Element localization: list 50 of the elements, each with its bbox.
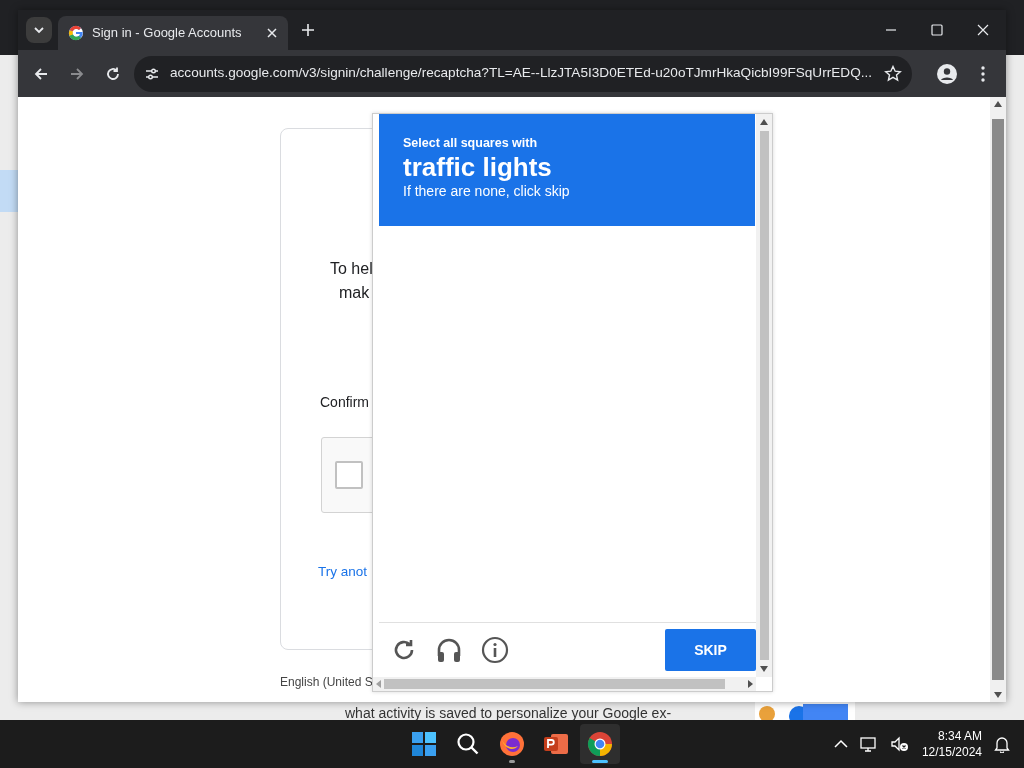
scroll-up-icon[interactable] — [760, 119, 768, 125]
language-selector[interactable]: English (United S — [280, 673, 373, 691]
browser-icon — [587, 731, 613, 757]
checkbox[interactable] — [335, 461, 363, 489]
new-tab-icon[interactable] — [301, 23, 315, 37]
card-text: To hel — [330, 259, 373, 279]
scroll-down-icon[interactable] — [994, 692, 1002, 698]
clock-date[interactable]: 12/15/2024 — [921, 744, 982, 761]
windows-icon — [412, 732, 436, 756]
tab-search-button[interactable] — [26, 17, 52, 43]
scroll-up-icon[interactable] — [994, 101, 1002, 107]
clock-time[interactable]: 8:34 AM — [921, 727, 982, 744]
notification-bell-icon[interactable] — [994, 735, 1010, 753]
search-icon — [456, 732, 480, 756]
fox-globe-icon — [499, 731, 525, 757]
reload-icon[interactable] — [105, 65, 121, 82]
profile-icon[interactable] — [937, 63, 957, 84]
close-icon[interactable] — [977, 24, 989, 36]
scrollbar-thumb[interactable] — [759, 131, 769, 660]
headphones-icon[interactable] — [435, 636, 463, 664]
captcha-prompt: Select all squares with — [403, 135, 539, 152]
menu-icon[interactable] — [981, 65, 985, 82]
forward-icon[interactable] — [69, 65, 85, 82]
google-icon — [68, 25, 84, 41]
captcha-hint: If there are none, click skip — [403, 182, 571, 202]
caret-icon — [33, 24, 45, 36]
presentation-icon — [543, 731, 569, 757]
scroll-down-icon[interactable] — [760, 666, 768, 672]
skip-button[interactable]: SKIP — [665, 629, 756, 671]
info-icon[interactable] — [481, 636, 509, 664]
scrollbar-thumb[interactable] — [992, 119, 1004, 680]
taskbar-button[interactable] — [580, 724, 620, 764]
background-text: what activity is saved to personalize your Google ex- — [345, 704, 672, 723]
maximize-icon[interactable] — [931, 24, 943, 36]
volume-muted-icon[interactable] — [889, 735, 910, 753]
card-text: mak — [339, 283, 370, 303]
confirm-label: Confirm — [320, 393, 369, 412]
scrollbar-thumb[interactable] — [384, 679, 725, 689]
close-icon[interactable] — [266, 27, 278, 39]
bookmark-star-icon[interactable] — [884, 64, 902, 83]
address-bar[interactable]: accounts.google.com/v3/signin/challenge/recaptcha?TL=AE--LlzJTA5I3D0ETEd-u20oTJmrHkaQicbI99FSqUrrEDQ... — [134, 55, 912, 92]
browser-tab[interactable]: Sign in - Google Accounts — [58, 16, 288, 50]
network-icon[interactable] — [859, 735, 878, 753]
captcha-target: traffic lights — [403, 152, 553, 182]
scroll-right-icon[interactable] — [748, 680, 753, 688]
try-another-link[interactable]: Try anot — [318, 562, 368, 583]
tab-title: Sign in - Google Accounts — [92, 24, 243, 43]
background-highlight — [0, 170, 18, 212]
chevron-up-icon[interactable] — [833, 739, 848, 749]
back-icon[interactable] — [33, 65, 49, 82]
